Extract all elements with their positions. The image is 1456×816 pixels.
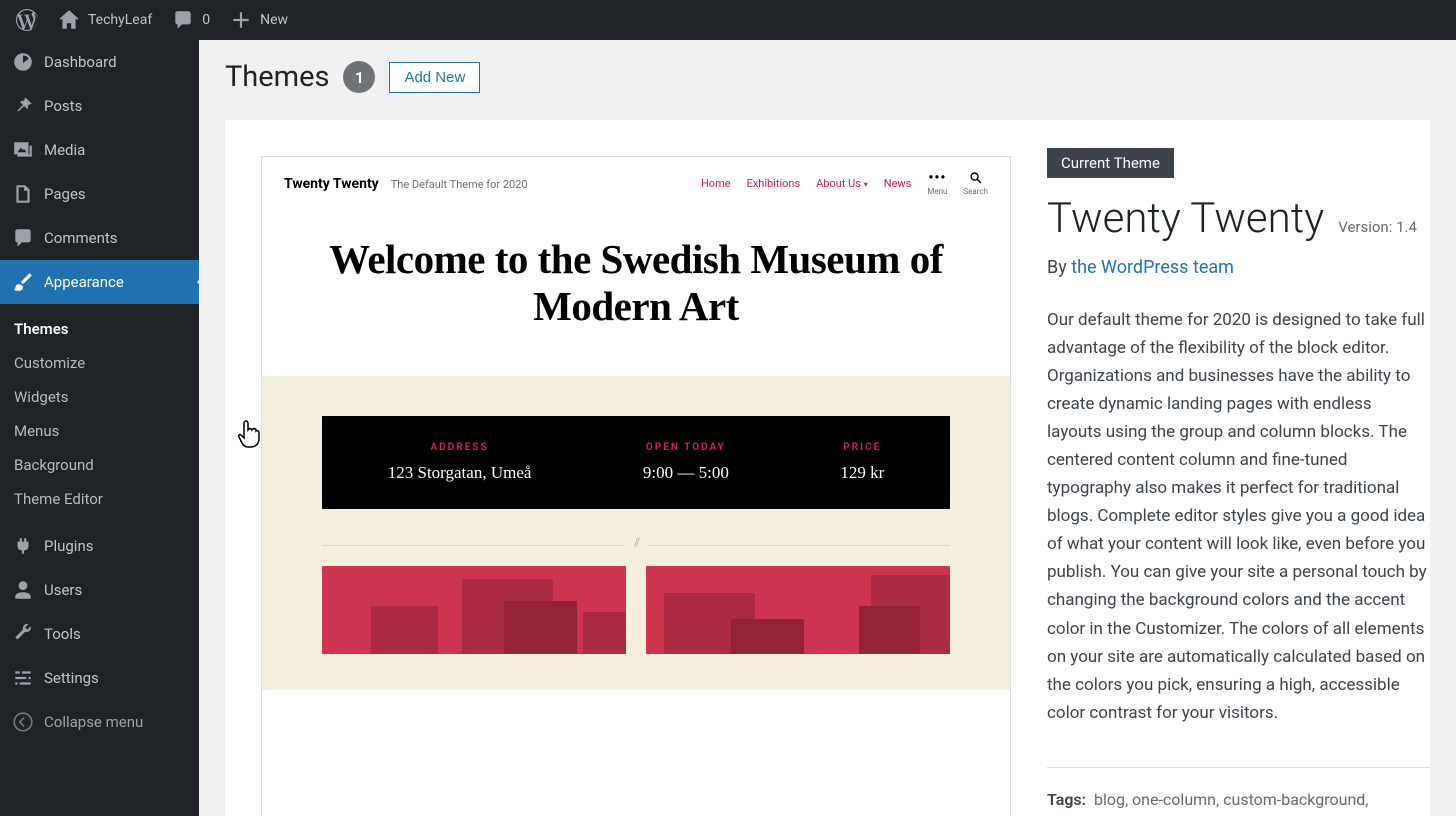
admin-sidebar: Dashboard Posts Media Pages Comments App… [0, 40, 199, 816]
submenu-widgets[interactable]: Widgets [0, 380, 199, 414]
sliders-icon [12, 667, 34, 689]
shot-col-price: PRICE 129 kr [840, 442, 884, 483]
submenu-background[interactable]: Background [0, 448, 199, 482]
admin-bar: TechyLeaf 0 New [0, 0, 1456, 40]
brush-icon [12, 271, 34, 293]
media-icon [12, 139, 34, 161]
pin-icon [12, 95, 34, 117]
page-header: Themes 1 Add New [225, 60, 1430, 94]
main-content: Themes 1 Add New Twenty Twenty The Defau… [199, 40, 1456, 816]
sidebar-item-appearance[interactable]: Appearance [0, 260, 199, 304]
sidebar-item-dashboard[interactable]: Dashboard [0, 40, 199, 84]
submenu-themes[interactable]: Themes [0, 312, 199, 346]
shot-band: ADDRESS 123 Storgatan, Umeå OPEN TODAY 9… [262, 376, 1010, 690]
wrench-icon [12, 623, 34, 645]
page-title: Themes [225, 60, 329, 94]
collapse-menu[interactable]: Collapse menu [0, 700, 199, 744]
sidebar-item-settings[interactable]: Settings [0, 656, 199, 700]
shot-site-title: Twenty Twenty [284, 176, 379, 192]
adminbar-new[interactable]: New [220, 0, 298, 40]
shot-info-strip: ADDRESS 123 Storgatan, Umeå OPEN TODAY 9… [322, 416, 950, 509]
shot-nav: Home Exhibitions About Us ▾ News •••Menu… [701, 171, 988, 196]
adminbar-site-link[interactable]: TechyLeaf [48, 0, 162, 40]
plus-icon [230, 9, 252, 31]
shot-col-hours: OPEN TODAY 9:00 — 5:00 [643, 442, 729, 483]
shot-header: Twenty Twenty The Default Theme for 2020… [262, 157, 1010, 210]
sidebar-item-users[interactable]: Users [0, 568, 199, 612]
search-icon: Search [963, 171, 988, 196]
sidebar-item-posts[interactable]: Posts [0, 84, 199, 128]
shot-col-address: ADDRESS 123 Storgatan, Umeå [388, 442, 532, 483]
page-icon [12, 183, 34, 205]
shot-nav-news: News [884, 177, 912, 190]
menu-icon: •••Menu [927, 171, 947, 196]
shot-block-2 [646, 566, 950, 654]
theme-name-row: Twenty Twenty Version: 1.4 [1047, 194, 1430, 243]
theme-author: By the WordPress team [1047, 257, 1430, 278]
theme-details: Current Theme Twenty Twenty Version: 1.4… [1047, 120, 1430, 816]
theme-panel: Twenty Twenty The Default Theme for 2020… [225, 120, 1430, 816]
sidebar-item-label: Plugins [44, 537, 93, 555]
dashboard-icon [12, 51, 34, 73]
shot-nav-about: About Us ▾ [816, 177, 868, 190]
adminbar-comment-count: 0 [202, 12, 210, 28]
shot-hero: Welcome to the Swedish Museum of Modern … [262, 210, 1010, 376]
collapse-label: Collapse menu [44, 713, 143, 731]
submenu-customize[interactable]: Customize [0, 346, 199, 380]
shot-brand: Twenty Twenty The Default Theme for 2020 [284, 176, 528, 192]
sidebar-item-label: Pages [44, 185, 86, 203]
sidebar-item-tools[interactable]: Tools [0, 612, 199, 656]
sidebar-item-label: Media [44, 141, 85, 159]
theme-author-link[interactable]: the WordPress team [1071, 257, 1234, 278]
shot-blocks [322, 566, 950, 654]
home-icon [58, 9, 80, 31]
sidebar-item-label: Tools [44, 625, 81, 643]
comments-icon [12, 227, 34, 249]
theme-name: Twenty Twenty [1047, 194, 1324, 243]
comment-icon [172, 9, 194, 31]
theme-tags: Tags: blog, one-column, custom-backgroun… [1047, 788, 1430, 816]
current-theme-badge: Current Theme [1047, 148, 1174, 178]
sidebar-item-label: Settings [44, 669, 99, 687]
adminbar-new-label: New [260, 12, 288, 28]
theme-version: Version: 1.4 [1338, 218, 1417, 236]
theme-screenshot[interactable]: Twenty Twenty The Default Theme for 2020… [261, 156, 1011, 816]
sidebar-item-plugins[interactable]: Plugins [0, 524, 199, 568]
sidebar-item-label: Comments [44, 229, 118, 247]
shot-tagline: The Default Theme for 2020 [391, 178, 528, 191]
shot-block-1 [322, 566, 626, 654]
themes-count-badge: 1 [343, 61, 375, 93]
collapse-icon [12, 711, 34, 733]
shot-hero-title: Welcome to the Swedish Museum of Modern … [322, 236, 950, 330]
theme-divider [1047, 767, 1430, 768]
shot-nav-home: Home [701, 177, 731, 190]
adminbar-site-name: TechyLeaf [88, 12, 152, 28]
submenu-menus[interactable]: Menus [0, 414, 199, 448]
screenshot-inner: Twenty Twenty The Default Theme for 2020… [262, 157, 1010, 690]
appearance-submenu: Themes Customize Widgets Menus Backgroun… [0, 304, 199, 524]
sidebar-item-label: Users [44, 581, 82, 599]
user-icon [12, 579, 34, 601]
wordpress-icon [16, 9, 38, 31]
plugin-icon [12, 535, 34, 557]
sidebar-item-media[interactable]: Media [0, 128, 199, 172]
adminbar-comments[interactable]: 0 [162, 0, 220, 40]
sidebar-item-pages[interactable]: Pages [0, 172, 199, 216]
sidebar-item-label: Posts [44, 97, 82, 115]
sidebar-item-label: Appearance [44, 273, 124, 291]
shot-nav-exhibitions: Exhibitions [747, 177, 801, 190]
sidebar-item-label: Dashboard [44, 53, 117, 71]
adminbar-wp-logo[interactable] [6, 0, 48, 40]
theme-description: Our default theme for 2020 is designed t… [1047, 306, 1430, 727]
submenu-theme-editor[interactable]: Theme Editor [0, 482, 199, 516]
add-new-button[interactable]: Add New [389, 62, 480, 93]
sidebar-item-comments[interactable]: Comments [0, 216, 199, 260]
shot-divider [322, 545, 950, 546]
